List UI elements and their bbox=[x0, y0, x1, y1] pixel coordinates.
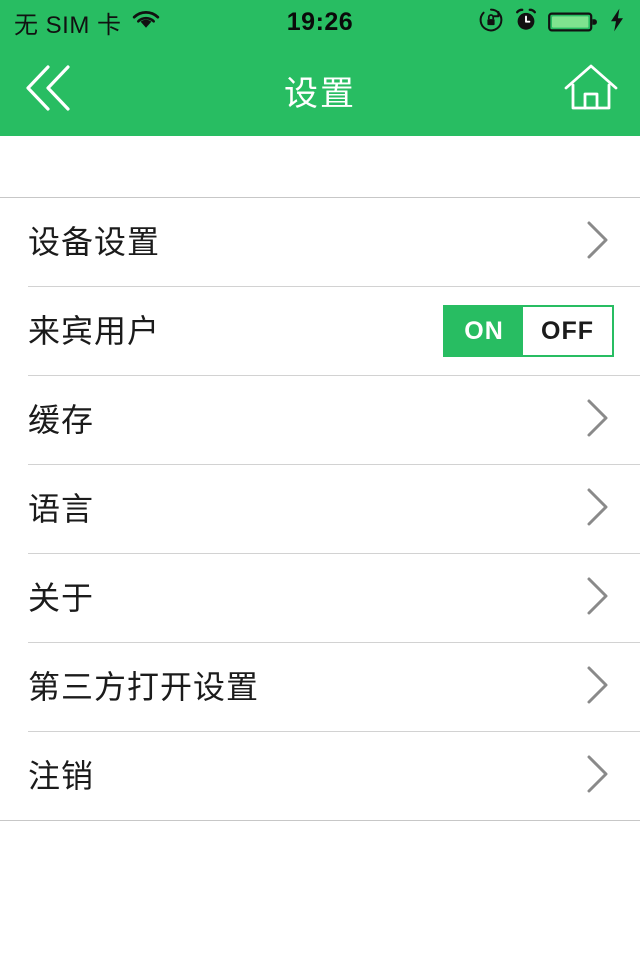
list-item-accessory bbox=[580, 751, 614, 802]
status-bar: 无 SIM 卡 19:26 bbox=[0, 0, 640, 44]
toggle-option-on[interactable]: ON bbox=[445, 307, 523, 355]
top-spacer bbox=[0, 136, 640, 197]
chevron-right-icon bbox=[580, 217, 614, 268]
guest-user-toggle[interactable]: ON OFF bbox=[443, 305, 614, 357]
page-title: 设置 bbox=[284, 74, 356, 113]
list-item-label: 来宾用户 bbox=[28, 313, 161, 349]
list-item-label: 设备设置 bbox=[28, 224, 161, 260]
home-button[interactable] bbox=[556, 58, 620, 122]
chevron-right-icon bbox=[580, 573, 614, 624]
settings-list: 设备设置 来宾用户 ON OFF 缓存 语言 关于 第三方打开设置 注销 bbox=[0, 198, 640, 820]
rotation-lock-icon bbox=[478, 7, 504, 38]
list-item-accessory bbox=[580, 484, 614, 535]
status-bar-right bbox=[478, 7, 626, 38]
list-item-logout[interactable]: 注销 bbox=[0, 732, 640, 820]
navigation-bar: 设置 bbox=[0, 44, 640, 136]
list-item-label: 注销 bbox=[28, 758, 95, 794]
list-item-device-settings[interactable]: 设备设置 bbox=[0, 198, 640, 286]
wifi-icon bbox=[131, 9, 161, 36]
chevron-right-icon bbox=[580, 751, 614, 802]
double-chevron-left-icon bbox=[20, 59, 82, 122]
app-screen: 无 SIM 卡 19:26 设置 设备设置 来宾用户 ON OFF 缓存 语言 … bbox=[0, 0, 640, 960]
home-icon bbox=[562, 61, 620, 120]
list-item-third-party-open-settings[interactable]: 第三方打开设置 bbox=[0, 643, 640, 731]
battery-icon bbox=[548, 9, 598, 35]
list-item-accessory: ON OFF bbox=[443, 305, 614, 357]
chevron-right-icon bbox=[580, 662, 614, 713]
list-bottom-divider bbox=[0, 820, 640, 821]
content-area: 设备设置 来宾用户 ON OFF 缓存 语言 关于 第三方打开设置 注销 bbox=[0, 136, 640, 960]
back-button[interactable] bbox=[20, 58, 84, 122]
toggle-option-off[interactable]: OFF bbox=[523, 307, 612, 355]
list-item-label: 语言 bbox=[28, 491, 95, 527]
chevron-right-icon bbox=[580, 395, 614, 446]
lightning-bolt-icon bbox=[608, 7, 626, 38]
list-item-accessory bbox=[580, 217, 614, 268]
list-item-guest-user[interactable]: 来宾用户 ON OFF bbox=[0, 287, 640, 375]
list-item-label: 第三方打开设置 bbox=[28, 669, 260, 705]
list-item-accessory bbox=[580, 395, 614, 446]
list-item-accessory bbox=[580, 573, 614, 624]
status-bar-left: 无 SIM 卡 bbox=[14, 5, 161, 40]
list-item-label: 关于 bbox=[28, 580, 95, 616]
alarm-clock-icon bbox=[514, 7, 538, 38]
list-item-cache[interactable]: 缓存 bbox=[0, 376, 640, 464]
list-item-language[interactable]: 语言 bbox=[0, 465, 640, 553]
chevron-right-icon bbox=[580, 484, 614, 535]
list-item-label: 缓存 bbox=[28, 402, 95, 438]
list-item-accessory bbox=[580, 662, 614, 713]
carrier-label: 无 SIM 卡 bbox=[14, 11, 122, 39]
list-item-about[interactable]: 关于 bbox=[0, 554, 640, 642]
